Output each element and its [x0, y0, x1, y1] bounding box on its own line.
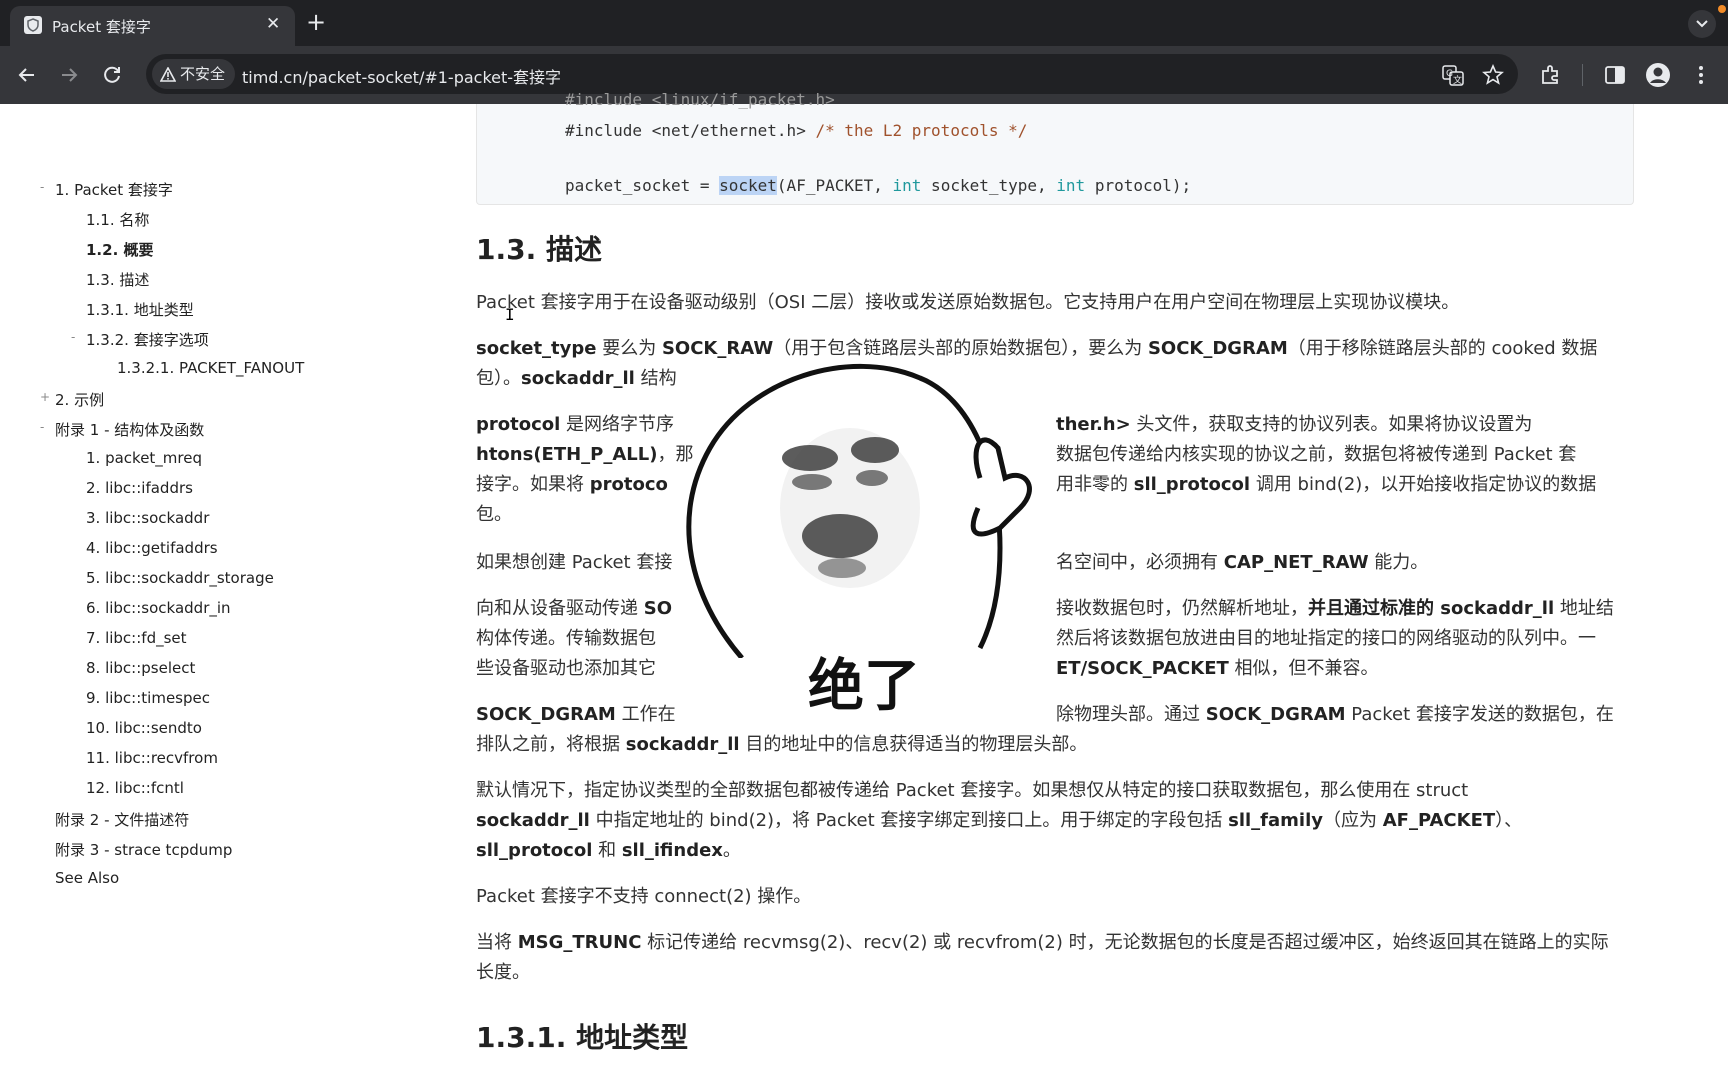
address-bar[interactable]: 不安全 timd.cn/packet-socket/#1-packet-套接字 …: [146, 54, 1518, 94]
warning-triangle-icon: [159, 66, 177, 82]
tab-search-button[interactable]: [1688, 10, 1716, 38]
toc-toggle[interactable]: -: [40, 180, 44, 194]
toc-item[interactable]: 12. libc::fcntl: [86, 779, 184, 797]
code-comment: /* the L2 protocols */: [815, 121, 1028, 140]
side-panel-icon[interactable]: [1602, 62, 1628, 88]
more-menu-icon[interactable]: [1688, 62, 1714, 88]
svg-text:文: 文: [1453, 74, 1462, 86]
toc-item[interactable]: 2. libc::ifaddrs: [86, 479, 193, 497]
code-line: #include <net/ethernet.h> /* the L2 prot…: [565, 121, 1027, 140]
code-text: packet_socket =: [565, 176, 720, 195]
profile-avatar-icon[interactable]: [1645, 62, 1671, 88]
toc-item[interactable]: 4. libc::getifaddrs: [86, 539, 218, 557]
code-keyword: int: [892, 176, 922, 195]
browser-toolbar: 不安全 timd.cn/packet-socket/#1-packet-套接字 …: [0, 46, 1728, 104]
url-text[interactable]: timd.cn/packet-socket/#1-packet-套接字: [242, 64, 561, 88]
toc-item[interactable]: 1.3.2.1. PACKET_FANOUT: [117, 359, 304, 377]
new-tab-button[interactable]: +: [306, 8, 326, 36]
code-keyword: int: [1056, 176, 1086, 195]
toc-toggle[interactable]: -: [40, 420, 44, 434]
toc-item[interactable]: 2. 示例: [55, 389, 104, 410]
reload-icon[interactable]: [99, 62, 125, 88]
toc-item[interactable]: 1.3.2. 套接字选项: [86, 329, 209, 350]
toc-item[interactable]: 7. libc::fd_set: [86, 629, 187, 647]
toc-toggle[interactable]: -: [71, 330, 75, 344]
toc-item[interactable]: 1. Packet 套接字: [55, 179, 173, 200]
meme-face-icon: [686, 364, 1032, 660]
toolbar-divider: [1582, 64, 1583, 86]
code-text: (AF_PACKET,: [776, 176, 893, 195]
paragraph: Packet 套接字用于在设备驱动级别（OSI 二层）接收或发送原始数据包。它支…: [476, 292, 1460, 313]
translate-icon[interactable]: G文: [1442, 64, 1464, 86]
paragraph: Packet 套接字不支持 connect(2) 操作。: [476, 886, 812, 907]
toc-item[interactable]: 1.3. 描述: [86, 269, 149, 290]
forward-arrow-icon[interactable]: [56, 62, 82, 88]
tab-close-icon[interactable]: ✕: [266, 14, 280, 34]
section-heading: 1.3.1. 地址类型: [476, 1021, 689, 1054]
code-highlight: socket: [719, 176, 777, 195]
toc-item[interactable]: 附录 2 - 文件描述符: [55, 809, 189, 830]
toc-item[interactable]: 附录 1 - 结构体及函数: [55, 419, 204, 440]
extensions-icon[interactable]: [1538, 62, 1564, 88]
code-text: protocol);: [1085, 176, 1192, 195]
site-security-chip[interactable]: 不安全: [152, 59, 236, 89]
back-arrow-icon[interactable]: [14, 62, 40, 88]
toc-item[interactable]: 3. libc::sockaddr: [86, 509, 209, 527]
meme-caption: 绝了: [808, 654, 920, 719]
toc-item[interactable]: 11. libc::recvfrom: [86, 749, 218, 767]
chevron-down-icon: [1696, 20, 1708, 28]
paragraph: 默认情况下，指定协议类型的全部数据包都被传递给 Packet 套接字。如果想仅从…: [476, 780, 1523, 861]
toc-item[interactable]: 10. libc::sendto: [86, 719, 202, 737]
bookmark-star-icon[interactable]: [1482, 64, 1504, 86]
browser-tab[interactable]: Packet 套接字 ✕: [10, 6, 295, 46]
paragraph: 当将 MSG_TRUNC 标记传递给 recvmsg(2)、recv(2) 或 …: [476, 932, 1609, 983]
toc-item[interactable]: 1.1. 名称: [86, 209, 149, 230]
toc-item[interactable]: See Also: [55, 869, 119, 887]
shield-favicon-icon: [24, 16, 42, 34]
toc-item[interactable]: 5. libc::sockaddr_storage: [86, 569, 274, 587]
svg-text:G: G: [1446, 69, 1453, 79]
update-indicator-dot: [1718, 5, 1726, 13]
section-heading: 1.3. 描述: [476, 233, 602, 266]
code-block: #include <linux/if_packet.h> #include <n…: [476, 90, 1634, 205]
toc-item-active[interactable]: 1.2. 概要: [86, 239, 154, 260]
toc-toggle[interactable]: +: [40, 390, 50, 404]
security-label: 不安全: [180, 65, 226, 83]
code-text: #include <net/ethernet.h>: [565, 121, 816, 140]
toc-item[interactable]: 8. libc::pselect: [86, 659, 195, 677]
tab-strip: Packet 套接字 ✕ +: [0, 0, 1728, 46]
text-cursor-icon: I: [505, 305, 515, 324]
tab-title: Packet 套接字: [52, 18, 151, 36]
toc-item[interactable]: 1.3.1. 地址类型: [86, 299, 194, 320]
code-text: socket_type,: [921, 176, 1057, 195]
meme-sticker: 绝了: [680, 358, 1060, 728]
toc-item[interactable]: 9. libc::timespec: [86, 689, 210, 707]
code-line: #include <linux/if_packet.h>: [565, 90, 835, 109]
toc-item[interactable]: 6. libc::sockaddr_in: [86, 599, 231, 617]
toc-item[interactable]: 附录 3 - strace tcpdump: [55, 839, 232, 860]
code-line: packet_socket = socket(AF_PACKET, int so…: [565, 176, 1191, 195]
toc-item[interactable]: 1. packet_mreq: [86, 449, 202, 467]
